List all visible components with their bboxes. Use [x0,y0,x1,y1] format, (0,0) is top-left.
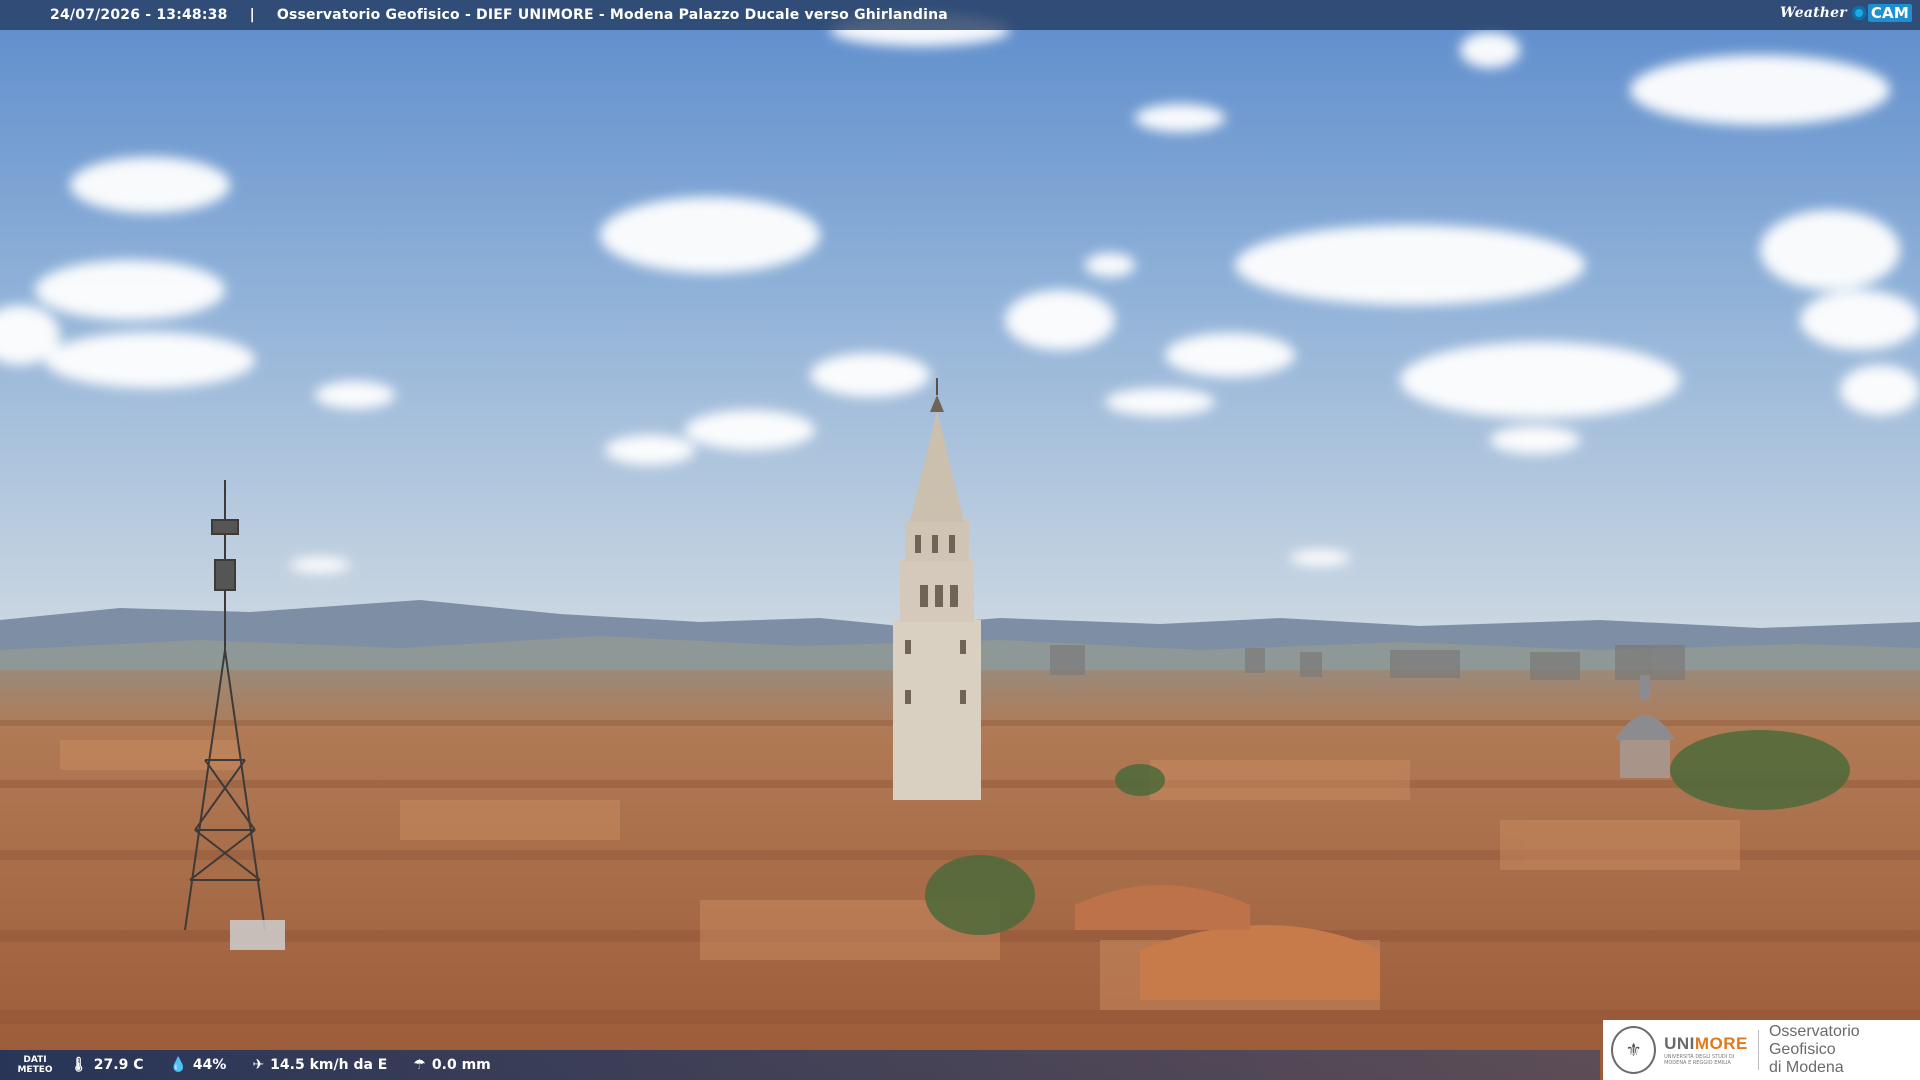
observatory-line2: di Modena [1768,1059,1844,1076]
observatory-line1: Osservatorio Geofisico [1768,1023,1860,1058]
camera-title: Osservatorio Geofisico - DIEF UNIMORE - … [276,7,948,23]
weathercam-logo: Weather CAM [1780,4,1912,22]
droplet-icon: 💧 [169,1057,187,1073]
university-seal-icon: ⚜ [1611,1026,1657,1074]
rain-icon: ☂ [413,1057,426,1073]
unimore-wordmark: UNIMORE UNIVERSITÀ DEGLI STUDI DI MODENA… [1664,1034,1748,1066]
header-separator: | [249,7,255,23]
brand-weather: Weather [1779,5,1847,21]
rain-reading: ☂ 0.0 mm [413,1057,490,1073]
wind-value: 14.5 km/h da E [270,1057,388,1073]
rain-value: 0.0 mm [431,1057,491,1073]
webcam-image [0,0,1920,1080]
unimore-logo: ⚜ UNIMORE UNIVERSITÀ DEGLI STUDI DI MODE… [1603,1020,1920,1080]
humidity-reading: 💧 44% [169,1057,226,1073]
wind-icon: ✈ [252,1057,265,1073]
overlay-header: 24/07/2026 - 13:48:38 | Osservatorio Geo… [0,0,1920,30]
brand-cam: CAM [1867,4,1912,22]
uni-text-a: UNI [1664,1034,1695,1053]
wind-reading: ✈ 14.5 km/h da E [252,1057,387,1073]
weather-label-line1: DATI [23,1055,47,1065]
humidity-value: 44% [192,1057,227,1073]
weather-label: DATI METEO [0,1055,70,1075]
uni-subtitle: UNIVERSITÀ DEGLI STUDI DI MODENA E REGGI… [1664,1054,1735,1066]
weather-data-bar: DATI METEO 🌡 27.9 C 💧 44% ✈ 14.5 km/h da… [0,1050,1600,1080]
temperature-value: 27.9 C [93,1057,144,1073]
thermometer-icon: 🌡 [70,1057,88,1073]
webcam-scene [0,0,1920,1080]
logo-divider [1758,1030,1759,1070]
temperature-reading: 🌡 27.9 C [70,1057,143,1073]
weather-label-line2: METEO [17,1065,53,1075]
uni-text-b: MORE [1694,1034,1748,1053]
timestamp: 24/07/2026 - 13:48:38 [50,7,228,23]
eye-icon [1851,6,1866,20]
observatory-name: Osservatorio Geofisico di Modena [1769,1023,1920,1077]
